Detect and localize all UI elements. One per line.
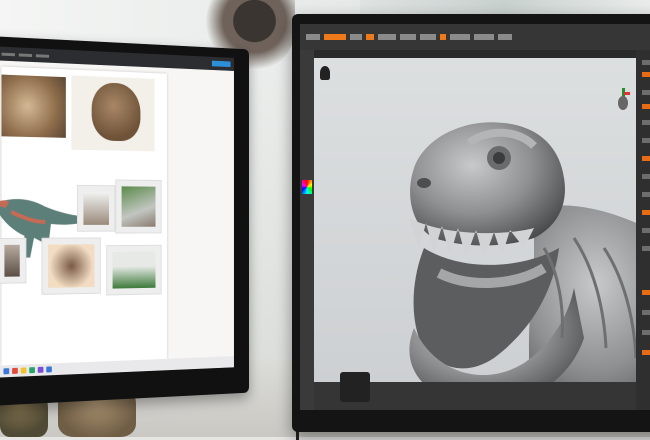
panel-control-13[interactable] xyxy=(642,290,650,295)
reference-thumb-2 xyxy=(115,179,162,234)
share-button[interactable] xyxy=(211,60,231,68)
brush-button[interactable] xyxy=(324,34,346,40)
left-monitor xyxy=(0,36,250,406)
panel-control-10[interactable] xyxy=(642,210,650,215)
fossil-image xyxy=(1,74,66,138)
panel-control-1[interactable] xyxy=(642,60,650,65)
figure-icon[interactable] xyxy=(320,66,330,80)
move-button[interactable] xyxy=(378,34,396,40)
rotate-button[interactable] xyxy=(420,34,436,40)
intensity-slider[interactable] xyxy=(450,34,470,40)
panel-control-7[interactable] xyxy=(642,156,650,161)
left-screen xyxy=(0,46,234,378)
trex-sculpt xyxy=(409,122,650,410)
reference-thumb-1 xyxy=(76,184,116,232)
zadd-button[interactable] xyxy=(440,34,446,40)
monitor-stand xyxy=(340,372,370,402)
app-toolbar xyxy=(300,24,650,50)
panel-control-12[interactable] xyxy=(642,246,650,251)
focal-shift-slider[interactable] xyxy=(498,34,512,40)
reference-document xyxy=(0,66,167,366)
panel-control-8[interactable] xyxy=(642,174,650,179)
reference-thumb-3 xyxy=(0,237,27,284)
panel-control-15[interactable] xyxy=(642,330,650,335)
reference-thumb-5 xyxy=(106,244,162,296)
menu-button[interactable] xyxy=(306,34,320,40)
right-panel xyxy=(636,50,650,410)
panel-control-16[interactable] xyxy=(642,350,650,355)
fossil-skull-image xyxy=(71,75,155,152)
panel-control-14[interactable] xyxy=(642,310,650,315)
left-tool-shelf xyxy=(300,50,314,410)
tool-button[interactable] xyxy=(350,34,362,40)
sculpting-app-screen xyxy=(300,24,650,410)
panel-control-6[interactable] xyxy=(642,138,650,143)
draw-mode-button[interactable] xyxy=(366,34,374,40)
panel-control-11[interactable] xyxy=(642,228,650,233)
panel-control-9[interactable] xyxy=(642,192,650,197)
3d-viewport[interactable] xyxy=(314,58,650,410)
panel-control-5[interactable] xyxy=(642,120,650,125)
right-monitor xyxy=(292,14,650,432)
panel-control-4[interactable] xyxy=(642,104,650,109)
panel-control-3[interactable] xyxy=(642,90,650,95)
scale-button[interactable] xyxy=(400,34,416,40)
panel-control-2[interactable] xyxy=(642,72,650,77)
color-picker[interactable] xyxy=(302,180,312,194)
reference-thumb-4 xyxy=(41,237,101,295)
draw-size-slider[interactable] xyxy=(474,34,494,40)
